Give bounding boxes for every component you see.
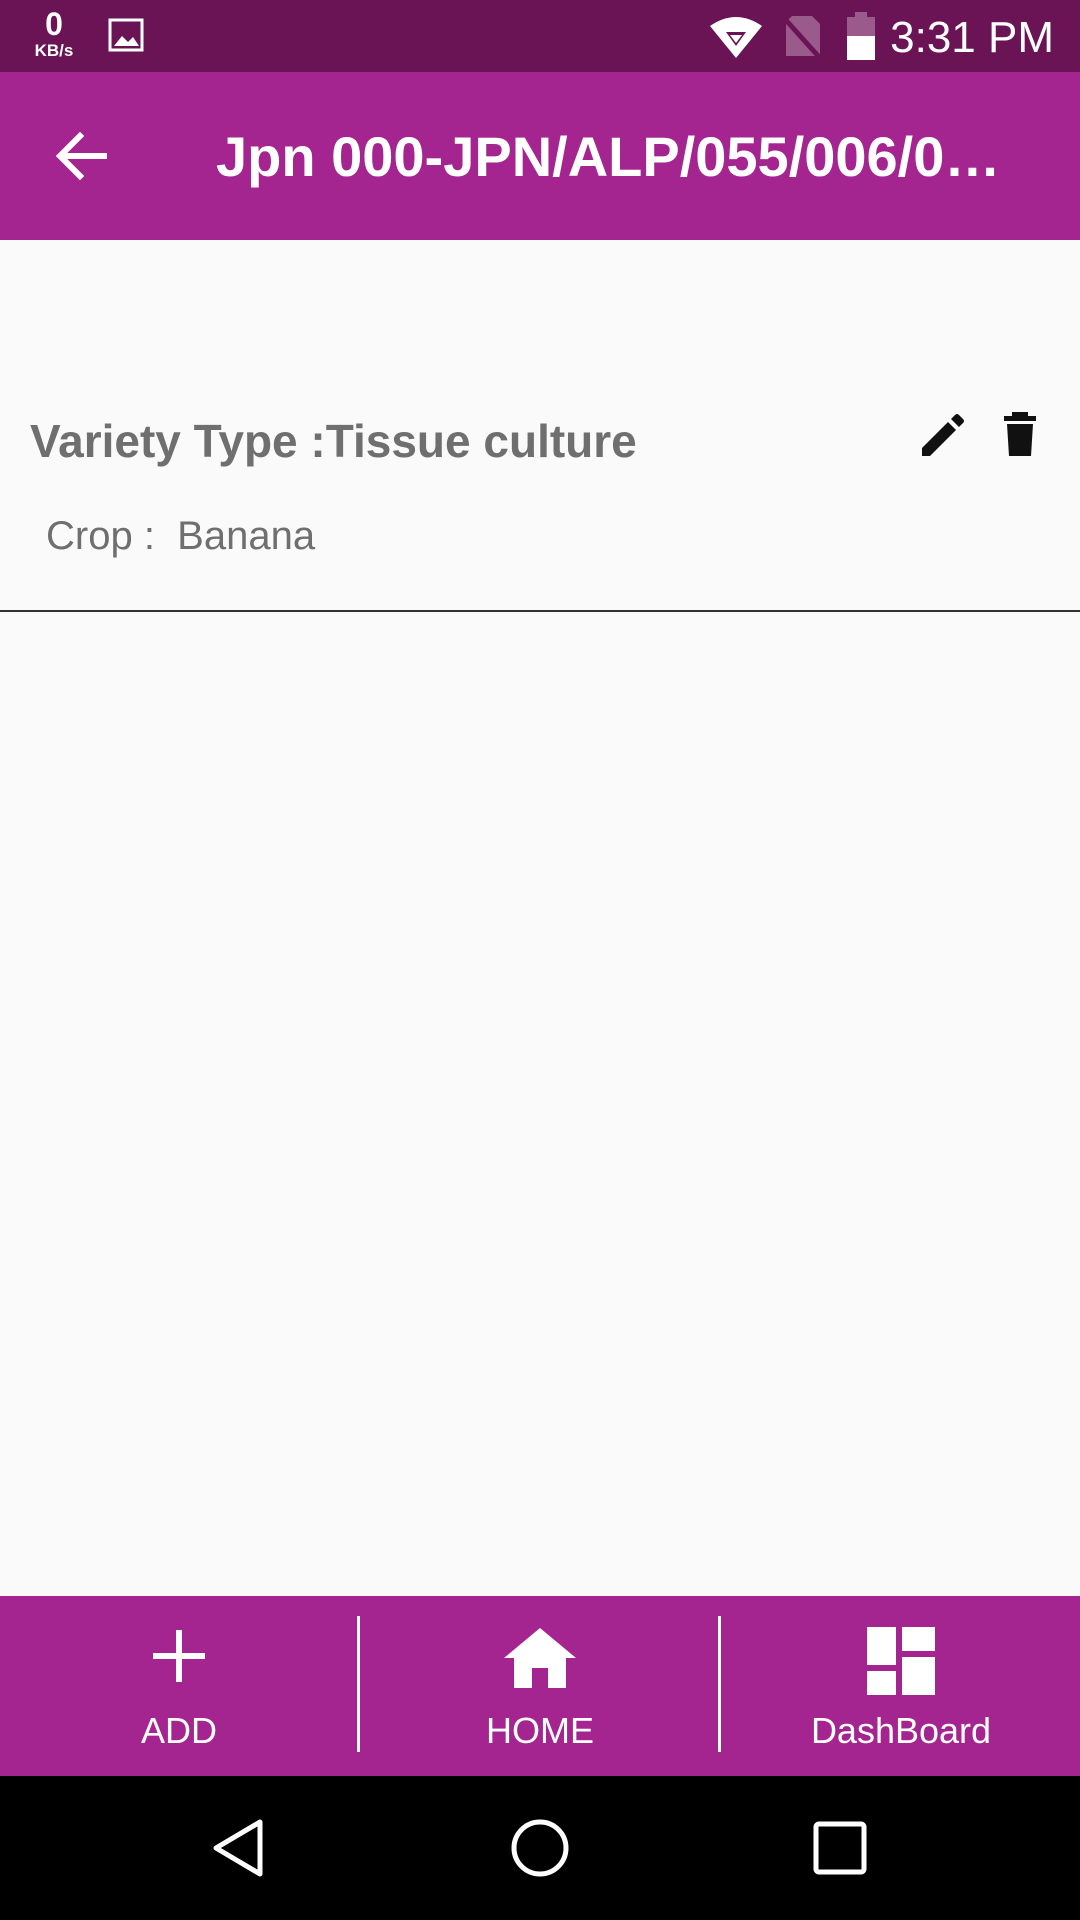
home-button[interactable]: HOME (361, 1596, 719, 1776)
network-speed: 0 KB/s (26, 8, 82, 59)
image-notification-icon (108, 18, 144, 52)
home-label: HOME (486, 1710, 594, 1751)
network-speed-value: 0 (45, 6, 63, 42)
wifi-icon (710, 17, 762, 58)
add-button[interactable]: ADD (0, 1596, 358, 1776)
status-bar: 0 KB/s 3:31 PM (0, 0, 1080, 72)
list-item[interactable]: Variety Type :Tissue culture Crop : Bana… (0, 390, 1080, 612)
dashboard-button[interactable]: DashBoard (722, 1596, 1080, 1776)
crop-label: Crop : Banana (46, 514, 316, 558)
bottom-nav: ADD HOME DashBoard (0, 1596, 1080, 1776)
home-circle-icon[interactable] (508, 1816, 572, 1880)
no-sim-icon (782, 16, 822, 58)
nav-divider (718, 1616, 721, 1752)
add-label: ADD (140, 1710, 217, 1751)
back-triangle-icon[interactable] (208, 1816, 272, 1880)
dashboard-icon (867, 1627, 935, 1695)
network-speed-unit: KB/s (34, 41, 74, 60)
plus-icon (153, 1630, 205, 1682)
nav-divider (357, 1616, 360, 1752)
app-bar: Jpn 000-JPN/ALP/055/006/0… (0, 72, 1080, 240)
pencil-icon[interactable] (918, 412, 966, 460)
dashboard-label: DashBoard (810, 1710, 992, 1751)
house-icon (504, 1628, 576, 1688)
arrow-left-icon[interactable] (52, 126, 112, 186)
clock: 3:31 PM (890, 13, 1054, 62)
recents-square-icon[interactable] (808, 1816, 872, 1880)
trash-icon[interactable] (996, 410, 1044, 458)
page-title: Jpn 000-JPN/ALP/055/006/0… (216, 125, 1001, 188)
system-nav-bar (0, 1776, 1080, 1920)
battery-icon (847, 12, 875, 60)
variety-type-label: Variety Type :Tissue culture (30, 415, 637, 467)
